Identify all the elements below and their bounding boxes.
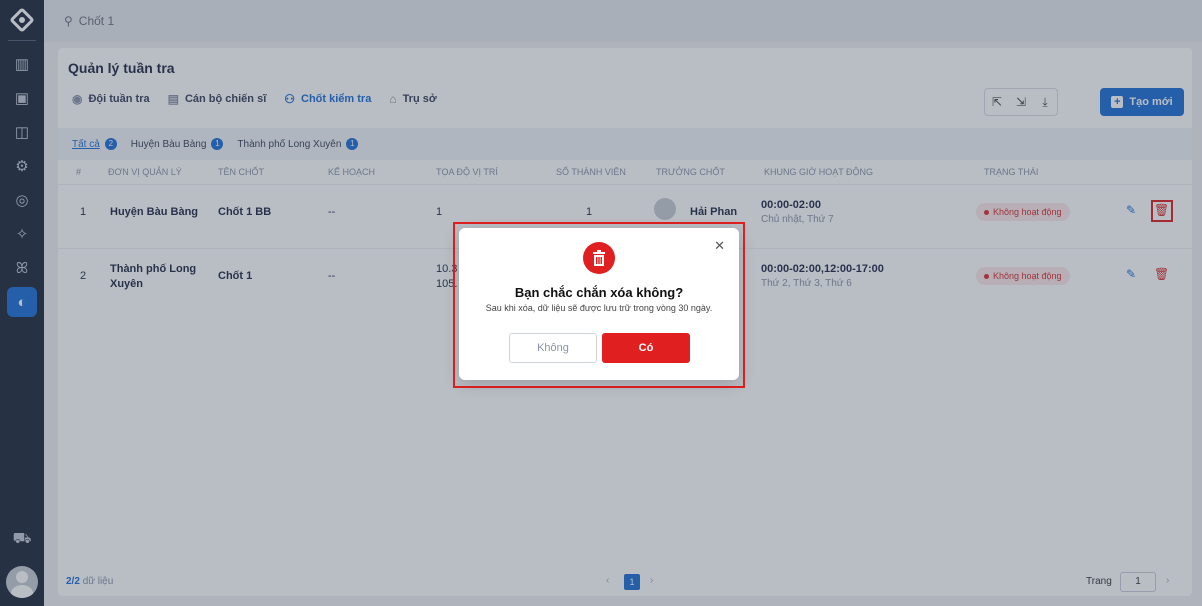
confirm-delete-button[interactable]: Có <box>602 333 690 363</box>
modal-message: Sau khi xóa, dữ liệu sẽ được lưu trữ tro… <box>485 303 713 313</box>
modal-title: Bạn chắc chắn xóa không? <box>514 285 684 300</box>
trash-icon <box>583 242 615 274</box>
cancel-button[interactable]: Không <box>509 333 597 363</box>
close-icon[interactable]: ✕ <box>714 238 725 254</box>
delete-confirm-modal: ✕ Bạn chắc chắn xóa không? Sau khi xóa, … <box>459 228 739 380</box>
